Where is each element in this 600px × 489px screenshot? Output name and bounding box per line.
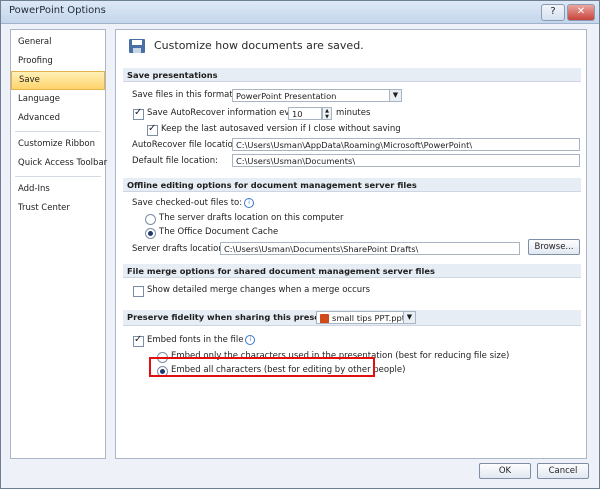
embed-fonts-checkbox[interactable] [133,334,144,347]
section-offline-editing: Offline editing options for document man… [123,178,581,192]
sidebar-item-quick-access-toolbar[interactable]: Quick Access Toolbar [11,154,107,173]
autorecover-label: Save AutoRecover information every [147,108,304,118]
show-detailed-merge-label: Show detailed merge changes when a merge… [147,285,371,295]
sidebar-item-save[interactable]: Save [11,71,105,90]
default-location-input[interactable]: C:\Users\Usman\Documents\ [232,154,580,167]
autorecover-checkbox[interactable] [133,107,144,120]
server-drafts-input[interactable]: C:\Users\Usman\Documents\SharePoint Draf… [220,242,520,255]
autorecover-location-input[interactable]: C:\Users\Usman\AppData\Roaming\Microsoft… [232,138,580,151]
sidebar-item-general[interactable]: General [11,33,105,52]
embed-fonts-label-text: Embed fonts in the file [147,335,244,345]
title-bar: PowerPoint Options ? ✕ [1,1,599,24]
autorecover-minutes-input[interactable]: 10 [288,107,322,120]
sidebar-item-add-ins[interactable]: Add-Ins [11,180,105,199]
format-label: Save files in this format: [132,90,236,100]
sidebar-item-proofing[interactable]: Proofing [11,52,105,71]
info-icon: i [244,197,255,208]
cancel-button[interactable]: Cancel [537,463,589,479]
page-title: Customize how documents are saved. [154,39,364,52]
radio-office-cache[interactable] [145,228,156,239]
sidebar-divider [15,176,101,177]
options-dialog: PowerPoint Options ? ✕ General Proofing … [0,0,600,489]
sidebar-item-language[interactable]: Language [11,90,105,109]
keep-autosaved-label: Keep the last autosaved version if I clo… [161,124,401,134]
sidebar-divider [15,131,101,132]
section-save-presentations: Save presentations [123,68,581,82]
autorecover-location-label: AutoRecover file location: [132,140,242,150]
pptx-file-icon [320,313,329,323]
minutes-label: minutes [336,108,371,118]
keep-autosaved-checkbox[interactable] [147,123,158,136]
help-icon[interactable]: ? [541,4,565,21]
save-disk-icon [129,39,145,53]
format-select-value: PowerPoint Presentation [236,91,337,101]
show-detailed-merge-checkbox[interactable] [133,286,144,297]
sidebar-item-advanced[interactable]: Advanced [11,109,105,128]
checked-out-label: Save checked-out files to: i [132,196,255,210]
sidebar-item-customize-ribbon[interactable]: Customize Ribbon [11,135,105,154]
checked-out-label-text: Save checked-out files to: [132,198,243,208]
format-select[interactable]: PowerPoint Presentation ▼ [232,89,402,102]
radio-server-drafts-label: The server drafts location on this compu… [159,213,344,223]
content-panel: Customize how documents are saved. Save … [115,29,587,459]
embed-fonts-label: Embed fonts in the file i [147,333,256,347]
server-drafts-label: Server drafts location: [132,244,227,254]
autorecover-spinner[interactable]: ▲ ▼ [322,107,332,120]
section-file-merge: File merge options for shared document m… [123,264,581,278]
fidelity-file-select[interactable]: small tips PPT.pptx ▼ [316,311,416,324]
chevron-down-icon: ▼ [403,312,415,323]
highlight-box [149,357,375,377]
browse-button[interactable]: Browse... [528,239,580,255]
close-icon[interactable]: ✕ [567,4,595,21]
sidebar: General Proofing Save Language Advanced … [10,29,107,459]
sidebar-item-trust-center[interactable]: Trust Center [11,199,105,218]
ok-button[interactable]: OK [479,463,531,479]
default-location-label: Default file location: [132,156,218,166]
radio-office-cache-label: The Office Document Cache [159,227,279,237]
radio-server-drafts[interactable] [145,214,156,225]
info-icon: i [245,334,256,345]
window-title: PowerPoint Options [9,5,106,16]
chevron-down-icon: ▼ [389,90,401,101]
fidelity-file-value: small tips PPT.pptx [332,313,410,323]
